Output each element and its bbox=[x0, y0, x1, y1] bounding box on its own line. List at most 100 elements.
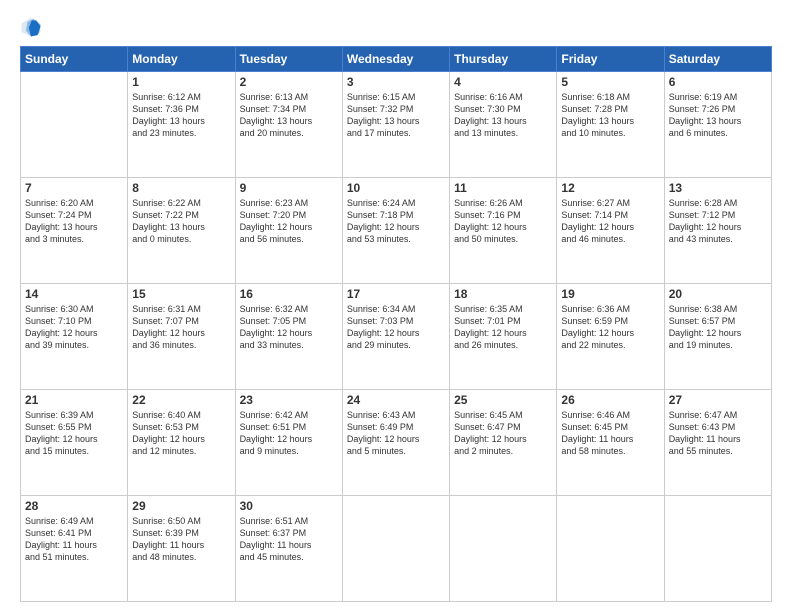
day-number: 6 bbox=[669, 75, 767, 89]
calendar-cell: 18Sunrise: 6:35 AM Sunset: 7:01 PM Dayli… bbox=[450, 284, 557, 390]
day-info: Sunrise: 6:16 AM Sunset: 7:30 PM Dayligh… bbox=[454, 91, 552, 140]
day-info: Sunrise: 6:46 AM Sunset: 6:45 PM Dayligh… bbox=[561, 409, 659, 458]
day-info: Sunrise: 6:23 AM Sunset: 7:20 PM Dayligh… bbox=[240, 197, 338, 246]
day-info: Sunrise: 6:31 AM Sunset: 7:07 PM Dayligh… bbox=[132, 303, 230, 352]
day-info: Sunrise: 6:18 AM Sunset: 7:28 PM Dayligh… bbox=[561, 91, 659, 140]
calendar-cell: 21Sunrise: 6:39 AM Sunset: 6:55 PM Dayli… bbox=[21, 390, 128, 496]
calendar-cell: 20Sunrise: 6:38 AM Sunset: 6:57 PM Dayli… bbox=[664, 284, 771, 390]
logo bbox=[20, 16, 46, 38]
day-number: 22 bbox=[132, 393, 230, 407]
day-number: 2 bbox=[240, 75, 338, 89]
day-header-saturday: Saturday bbox=[664, 47, 771, 72]
calendar-cell: 3Sunrise: 6:15 AM Sunset: 7:32 PM Daylig… bbox=[342, 72, 449, 178]
calendar-cell: 14 Sunrise: 6:30 AM Sunset: 7:10 PM Dayli… bbox=[21, 284, 128, 390]
calendar-cell: 22 Sunrise: 6:40 AM Sunset: 6:53 PM Dayli… bbox=[128, 390, 235, 496]
header bbox=[20, 16, 772, 38]
calendar-cell: 7 Sunrise: 6:20 AM Sunset: 7:24 PM Daylig… bbox=[21, 178, 128, 284]
calendar-week-row: 1 Sunrise: 6:12 AM Sunset: 7:36 PM Daylig… bbox=[21, 72, 772, 178]
day-info: Sunrise: 6:36 AM Sunset: 6:59 PM Dayligh… bbox=[561, 303, 659, 352]
day-number: 15 bbox=[132, 287, 230, 301]
calendar-cell: 23Sunrise: 6:42 AM Sunset: 6:51 PM Dayli… bbox=[235, 390, 342, 496]
day-number: 29 bbox=[132, 499, 230, 513]
day-header-friday: Friday bbox=[557, 47, 664, 72]
day-info: Sunrise: 6:26 AM Sunset: 7:16 PM Dayligh… bbox=[454, 197, 552, 246]
calendar-cell bbox=[450, 496, 557, 602]
day-info: Sunrise: 6:45 AM Sunset: 6:47 PM Dayligh… bbox=[454, 409, 552, 458]
day-info: Sunrise: 6:27 AM Sunset: 7:14 PM Dayligh… bbox=[561, 197, 659, 246]
calendar-cell: 8 Sunrise: 6:22 AM Sunset: 7:22 PM Daylig… bbox=[128, 178, 235, 284]
day-number: 10 bbox=[347, 181, 445, 195]
day-number: 28 bbox=[25, 499, 123, 513]
day-header-sunday: Sunday bbox=[21, 47, 128, 72]
calendar-cell: 2 Sunrise: 6:13 AM Sunset: 7:34 PM Daylig… bbox=[235, 72, 342, 178]
calendar-cell: 6 Sunrise: 6:19 AM Sunset: 7:26 PM Daylig… bbox=[664, 72, 771, 178]
day-number: 1 bbox=[132, 75, 230, 89]
calendar-cell: 5 Sunrise: 6:18 AM Sunset: 7:28 PM Daylig… bbox=[557, 72, 664, 178]
calendar-cell: 26 Sunrise: 6:46 AM Sunset: 6:45 PM Dayli… bbox=[557, 390, 664, 496]
calendar-cell: 29 Sunrise: 6:50 AM Sunset: 6:39 PM Dayli… bbox=[128, 496, 235, 602]
calendar-cell bbox=[21, 72, 128, 178]
day-number: 21 bbox=[25, 393, 123, 407]
calendar-week-row: 14 Sunrise: 6:30 AM Sunset: 7:10 PM Dayli… bbox=[21, 284, 772, 390]
day-number: 24 bbox=[347, 393, 445, 407]
day-info: Sunrise: 6:12 AM Sunset: 7:36 PM Dayligh… bbox=[132, 91, 230, 140]
day-number: 26 bbox=[561, 393, 659, 407]
calendar-cell: 19 Sunrise: 6:36 AM Sunset: 6:59 PM Dayli… bbox=[557, 284, 664, 390]
day-number: 16 bbox=[240, 287, 338, 301]
calendar-cell: 11 Sunrise: 6:26 AM Sunset: 7:16 PM Dayli… bbox=[450, 178, 557, 284]
calendar-cell: 30 Sunrise: 6:51 AM Sunset: 6:37 PM Dayli… bbox=[235, 496, 342, 602]
day-number: 3 bbox=[347, 75, 445, 89]
day-info: Sunrise: 6:19 AM Sunset: 7:26 PM Dayligh… bbox=[669, 91, 767, 140]
calendar-cell: 15 Sunrise: 6:31 AM Sunset: 7:07 PM Dayli… bbox=[128, 284, 235, 390]
calendar-cell: 1 Sunrise: 6:12 AM Sunset: 7:36 PM Daylig… bbox=[128, 72, 235, 178]
day-number: 8 bbox=[132, 181, 230, 195]
day-info: Sunrise: 6:49 AM Sunset: 6:41 PM Dayligh… bbox=[25, 515, 123, 564]
calendar-cell: 28 Sunrise: 6:49 AM Sunset: 6:41 PM Dayli… bbox=[21, 496, 128, 602]
calendar-week-row: 21Sunrise: 6:39 AM Sunset: 6:55 PM Dayli… bbox=[21, 390, 772, 496]
day-info: Sunrise: 6:13 AM Sunset: 7:34 PM Dayligh… bbox=[240, 91, 338, 140]
page: SundayMondayTuesdayWednesdayThursdayFrid… bbox=[0, 0, 792, 612]
day-number: 4 bbox=[454, 75, 552, 89]
calendar-week-row: 7 Sunrise: 6:20 AM Sunset: 7:24 PM Daylig… bbox=[21, 178, 772, 284]
day-info: Sunrise: 6:38 AM Sunset: 6:57 PM Dayligh… bbox=[669, 303, 767, 352]
day-number: 14 bbox=[25, 287, 123, 301]
calendar-cell: 4 Sunrise: 6:16 AM Sunset: 7:30 PM Daylig… bbox=[450, 72, 557, 178]
day-info: Sunrise: 6:22 AM Sunset: 7:22 PM Dayligh… bbox=[132, 197, 230, 246]
day-number: 30 bbox=[240, 499, 338, 513]
day-info: Sunrise: 6:34 AM Sunset: 7:03 PM Dayligh… bbox=[347, 303, 445, 352]
day-number: 19 bbox=[561, 287, 659, 301]
calendar-cell: 27 Sunrise: 6:47 AM Sunset: 6:43 PM Dayli… bbox=[664, 390, 771, 496]
day-number: 25 bbox=[454, 393, 552, 407]
day-info: Sunrise: 6:35 AM Sunset: 7:01 PM Dayligh… bbox=[454, 303, 552, 352]
day-info: Sunrise: 6:43 AM Sunset: 6:49 PM Dayligh… bbox=[347, 409, 445, 458]
day-info: Sunrise: 6:30 AM Sunset: 7:10 PM Dayligh… bbox=[25, 303, 123, 352]
day-number: 17 bbox=[347, 287, 445, 301]
day-info: Sunrise: 6:51 AM Sunset: 6:37 PM Dayligh… bbox=[240, 515, 338, 564]
day-info: Sunrise: 6:40 AM Sunset: 6:53 PM Dayligh… bbox=[132, 409, 230, 458]
calendar-table: SundayMondayTuesdayWednesdayThursdayFrid… bbox=[20, 46, 772, 602]
day-number: 27 bbox=[669, 393, 767, 407]
day-info: Sunrise: 6:32 AM Sunset: 7:05 PM Dayligh… bbox=[240, 303, 338, 352]
day-info: Sunrise: 6:47 AM Sunset: 6:43 PM Dayligh… bbox=[669, 409, 767, 458]
day-number: 23 bbox=[240, 393, 338, 407]
day-header-tuesday: Tuesday bbox=[235, 47, 342, 72]
day-number: 9 bbox=[240, 181, 338, 195]
day-info: Sunrise: 6:50 AM Sunset: 6:39 PM Dayligh… bbox=[132, 515, 230, 564]
calendar-cell: 13Sunrise: 6:28 AM Sunset: 7:12 PM Dayli… bbox=[664, 178, 771, 284]
calendar-cell: 12Sunrise: 6:27 AM Sunset: 7:14 PM Dayli… bbox=[557, 178, 664, 284]
calendar-cell bbox=[664, 496, 771, 602]
calendar-cell: 10 Sunrise: 6:24 AM Sunset: 7:18 PM Dayli… bbox=[342, 178, 449, 284]
calendar-week-row: 28 Sunrise: 6:49 AM Sunset: 6:41 PM Dayli… bbox=[21, 496, 772, 602]
calendar-cell: 9 Sunrise: 6:23 AM Sunset: 7:20 PM Daylig… bbox=[235, 178, 342, 284]
day-number: 11 bbox=[454, 181, 552, 195]
day-number: 5 bbox=[561, 75, 659, 89]
day-number: 7 bbox=[25, 181, 123, 195]
logo-icon bbox=[20, 16, 42, 38]
day-number: 13 bbox=[669, 181, 767, 195]
calendar-cell: 24 Sunrise: 6:43 AM Sunset: 6:49 PM Dayli… bbox=[342, 390, 449, 496]
calendar-cell bbox=[342, 496, 449, 602]
day-info: Sunrise: 6:24 AM Sunset: 7:18 PM Dayligh… bbox=[347, 197, 445, 246]
day-info: Sunrise: 6:20 AM Sunset: 7:24 PM Dayligh… bbox=[25, 197, 123, 246]
calendar-cell: 17 Sunrise: 6:34 AM Sunset: 7:03 PM Dayli… bbox=[342, 284, 449, 390]
calendar-cell: 16 Sunrise: 6:32 AM Sunset: 7:05 PM Dayli… bbox=[235, 284, 342, 390]
